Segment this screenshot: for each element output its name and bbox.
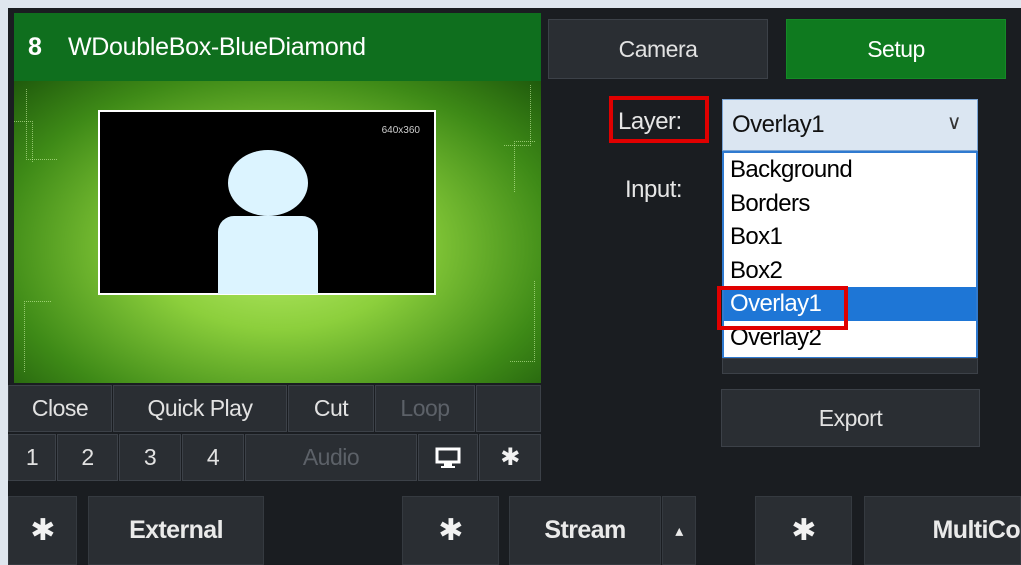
cut-button[interactable]: Cut [288,385,374,432]
external-button[interactable]: External [88,496,264,565]
multicorder-settings-button[interactable]: ✱ [755,496,852,565]
gear-icon: ✱ [500,444,520,471]
input-label: Input: [625,176,683,203]
monitor-icon [435,447,461,468]
layer-option-box1[interactable]: Box1 [724,220,976,254]
input-settings-button[interactable]: ✱ [479,434,541,481]
external-settings-button[interactable]: ✱ [8,496,77,565]
quick-play-button[interactable]: Quick Play [113,385,287,432]
chevron-down-icon: ∨ [946,112,962,134]
tab-camera[interactable]: Camera [548,19,768,79]
monitor-button[interactable] [418,434,478,481]
resolution-label: 640x360 [381,125,420,136]
layer-thumbnail: 640x360 [98,110,436,295]
overlay1-highlight [717,286,848,330]
placeholder-person-body [218,216,318,294]
stream-options-arrow[interactable]: ▴ [662,496,696,565]
layer-option-borders[interactable]: Borders [724,187,976,221]
input-dropdown[interactable] [722,358,978,374]
overlay-1-button[interactable]: 1 [8,434,56,481]
layer-dropdown[interactable]: Overlay1 ∨ [722,99,978,151]
input-title-bar[interactable]: 8 WDoubleBox-BlueDiamond [14,13,541,81]
tab-setup[interactable]: Setup [786,19,1006,79]
input-name: WDoubleBox-BlueDiamond [68,32,366,61]
export-button[interactable]: Export [721,389,980,447]
layer-label-highlight [609,96,709,143]
layer-option-background[interactable]: Background [724,153,976,187]
layer-option-box2[interactable]: Box2 [724,254,976,288]
loop-button[interactable]: Loop [375,385,475,432]
gear-icon: ✱ [438,514,463,547]
overlay-2-button[interactable]: 2 [57,434,118,481]
placeholder-person-head [228,150,308,216]
close-button[interactable]: Close [8,385,112,432]
input-number: 8 [28,32,42,61]
overlay-4-button[interactable]: 4 [182,434,244,481]
stream-button[interactable]: Stream [509,496,661,565]
multicorder-button[interactable]: MultiCo [864,496,1021,565]
layer-selected-value: Overlay1 [732,111,825,138]
gear-icon: ✱ [791,514,816,547]
multicorder-label: MultiCo [932,516,1020,544]
overlay-3-button[interactable]: 3 [119,434,181,481]
blank-control [476,385,541,432]
audio-button[interactable]: Audio [245,434,417,481]
gear-icon: ✱ [30,514,55,547]
stream-settings-button[interactable]: ✱ [402,496,499,565]
